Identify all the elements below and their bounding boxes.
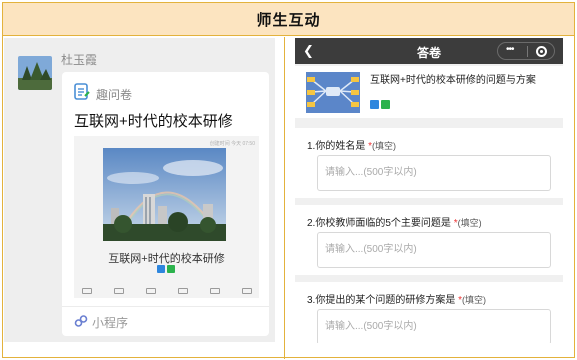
table-header: 师生互动	[3, 3, 574, 36]
blue-badge-icon	[157, 265, 165, 273]
preview-toolbar-icon	[242, 288, 252, 294]
preview-time: 创建时间 今天 07:50	[209, 141, 255, 147]
card-type-label: 趣问卷	[96, 88, 133, 102]
avatar[interactable]	[18, 56, 52, 90]
green-badge-icon	[167, 265, 175, 273]
answer-input[interactable]: 请输入...(500字以内)	[317, 309, 551, 343]
preview-badges	[157, 265, 175, 273]
chat-screenshot: 杜玉霞 趣问卷 互联网+时代的校本研修 创建时间 今天 07:50 互联网+时代…	[4, 38, 275, 342]
more-dots-icon[interactable]: •••	[506, 44, 514, 55]
card-title: 互联网+时代的校本研修	[74, 113, 233, 130]
survey-title: 互联网+时代的校本研修的问题与方案	[370, 75, 536, 86]
capsule-divider	[527, 46, 528, 57]
question-text: 1.你的姓名是 *(填空)	[307, 141, 397, 152]
preview-title: 互联网+时代的校本研修	[108, 253, 225, 265]
answer-input[interactable]: 请输入...(500字以内)	[317, 155, 551, 191]
questionnaire-icon	[74, 83, 90, 100]
header-title: 师生互动	[256, 11, 321, 29]
card-preview: 创建时间 今天 07:50 互联网+时代的校本研修	[74, 136, 259, 298]
survey-thumbnail	[306, 72, 360, 113]
column-divider	[284, 37, 285, 359]
card-divider	[62, 306, 269, 307]
preview-toolbar-icon	[114, 288, 124, 294]
green-badge-icon	[381, 100, 390, 109]
preview-toolbar-icon	[178, 288, 188, 294]
sender-name: 杜玉霞	[61, 53, 98, 67]
preview-toolbar-icon	[82, 288, 92, 294]
capsule-menu[interactable]: •••	[497, 42, 555, 60]
preview-toolbar	[82, 288, 252, 294]
preview-image	[103, 148, 226, 241]
blue-badge-icon	[370, 100, 379, 109]
mini-program-icon	[74, 315, 88, 327]
question-card: 2.你校教师面临的5个主要问题是 *(填空) 请输入...(500字以内)	[295, 205, 563, 275]
survey-badges	[370, 100, 390, 109]
preview-toolbar-icon	[146, 288, 156, 294]
mini-program-label: 小程序	[92, 316, 129, 330]
mini-program-card[interactable]: 趣问卷 互联网+时代的校本研修 创建时间 今天 07:50 互联网+时代的校本研…	[62, 72, 269, 336]
question-card: 3.你提出的某个问题的研修方案是 *(填空) 请输入...(500字以内)	[295, 282, 563, 343]
question-text: 2.你校教师面临的5个主要问题是 *(填空)	[307, 218, 482, 229]
question-card: 1.你的姓名是 *(填空) 请输入...(500字以内)	[295, 128, 563, 198]
question-text: 3.你提出的某个问题的研修方案是 *(填空)	[307, 295, 487, 306]
survey-screenshot: ❮ 答卷 ••• 互联网+时代的校本研修的问题与方案 1.你的姓名是 *(填空)…	[295, 38, 563, 343]
preview-toolbar-icon	[210, 288, 220, 294]
answer-input[interactable]: 请输入...(500字以内)	[317, 232, 551, 268]
survey-header: 互联网+时代的校本研修的问题与方案	[295, 66, 563, 118]
close-circle-icon[interactable]	[536, 46, 547, 57]
nav-bar: ❮ 答卷 •••	[295, 38, 563, 64]
